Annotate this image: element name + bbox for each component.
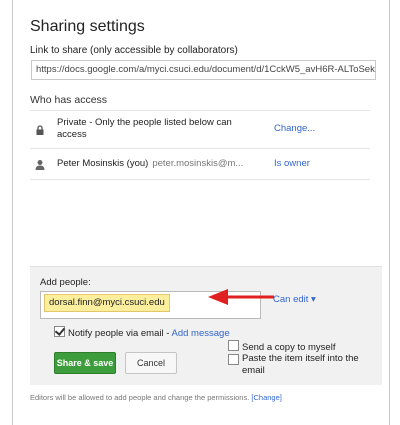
sharing-dialog: Sharing settings Link to share (only acc…	[12, 0, 390, 425]
paste-item-checkbox[interactable]	[228, 354, 239, 365]
add-people-label: Add people:	[40, 277, 91, 288]
access-row-visibility: Private - Only the people listed below c…	[30, 110, 370, 149]
cancel-button[interactable]: Cancel	[125, 352, 177, 374]
lock-icon	[34, 123, 46, 135]
owner-info: Peter Mosinskis (you) peter.mosinskis@m..…	[57, 158, 243, 170]
notify-checkbox[interactable]	[54, 326, 65, 337]
add-message-link[interactable]: Add message	[172, 328, 230, 339]
share-link-field[interactable]: https://docs.google.com/a/myci.csuci.edu…	[31, 60, 376, 80]
footer-note: Editors will be allowed to add people an…	[30, 393, 282, 402]
visibility-text: Private - Only the people listed below c…	[57, 117, 232, 140]
owner-email: peter.mosinskis@m...	[152, 158, 244, 169]
paste-item-option: Paste the item itself into the email	[228, 353, 368, 377]
notify-option: Notify people via email - Add message	[54, 326, 230, 339]
owner-name: Peter Mosinskis (you)	[57, 158, 149, 169]
change-visibility-link[interactable]: Change...	[274, 123, 315, 134]
dialog-title: Sharing settings	[30, 18, 145, 35]
send-copy-option: Send a copy to myself	[228, 340, 335, 353]
footer-text: Editors will be allowed to add people an…	[30, 393, 250, 402]
paste-item-label: Paste the item itself into the email	[242, 353, 359, 376]
link-label: Link to share (only accessible by collab…	[30, 45, 238, 56]
notify-label: Notify people via email -	[68, 328, 170, 339]
dropdown-arrow-icon: ▾	[311, 294, 316, 305]
who-has-access-heading: Who has access	[30, 94, 108, 106]
permission-dropdown[interactable]: Can edit ▾	[273, 294, 316, 305]
add-people-panel: Add people: dorsal.finn@myci.csuci.edu C…	[30, 266, 382, 385]
permission-label: Can edit	[273, 294, 309, 305]
person-icon	[34, 158, 46, 170]
owner-role: Is owner	[274, 158, 310, 169]
change-permissions-link[interactable]: [Change]	[251, 393, 281, 402]
access-row-owner: Peter Mosinskis (you) peter.mosinskis@m..…	[30, 148, 370, 180]
send-copy-label: Send a copy to myself	[242, 342, 336, 353]
send-copy-checkbox[interactable]	[228, 340, 239, 351]
red-arrow-annotation	[208, 289, 274, 305]
share-save-button[interactable]: Share & save	[54, 352, 116, 374]
added-person-chip[interactable]: dorsal.finn@myci.csuci.edu	[44, 294, 170, 312]
